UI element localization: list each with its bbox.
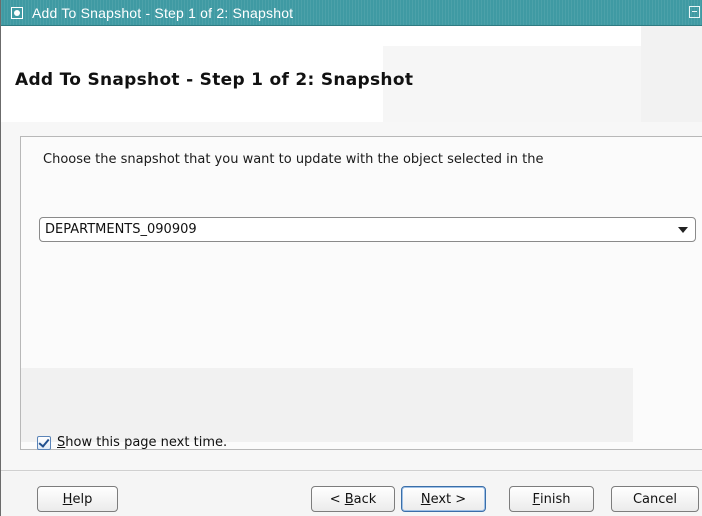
restore-icon[interactable]	[689, 6, 700, 18]
content-panel	[1, 122, 702, 472]
cancel-button[interactable]: Cancel	[611, 486, 699, 512]
snapshot-select-value: DEPARTMENTS_090909	[45, 222, 197, 237]
window-menu-icon[interactable]	[11, 6, 23, 19]
show-page-checkbox-label[interactable]: Show this page next time.	[57, 435, 227, 450]
page-title: Add To Snapshot - Step 1 of 2: Snapshot	[15, 70, 414, 90]
instruction-text: Choose the snapshot that you want to upd…	[43, 152, 544, 167]
header-shade-right	[641, 26, 702, 122]
next-button[interactable]: Next >	[401, 486, 486, 512]
help-button[interactable]: Help	[37, 486, 118, 512]
window-title: Add To Snapshot - Step 1 of 2: Snapshot	[32, 4, 294, 21]
finish-button[interactable]: Finish	[509, 486, 594, 512]
title-bar[interactable]: Add To Snapshot - Step 1 of 2: Snapshot	[1, 0, 702, 26]
show-page-checkbox[interactable]	[37, 435, 51, 450]
show-page-option[interactable]: Show this page next time.	[37, 435, 227, 450]
snapshot-select[interactable]: DEPARTMENTS_090909	[39, 217, 696, 242]
chevron-down-icon[interactable]	[678, 227, 688, 233]
back-button[interactable]: < Back	[311, 486, 395, 512]
button-bar-divider	[1, 470, 702, 471]
wizard-header: Add To Snapshot - Step 1 of 2: Snapshot	[1, 26, 702, 122]
add-to-snapshot-dialog: Add To Snapshot - Step 1 of 2: Snapshot …	[0, 0, 702, 516]
content-shade	[21, 368, 633, 442]
